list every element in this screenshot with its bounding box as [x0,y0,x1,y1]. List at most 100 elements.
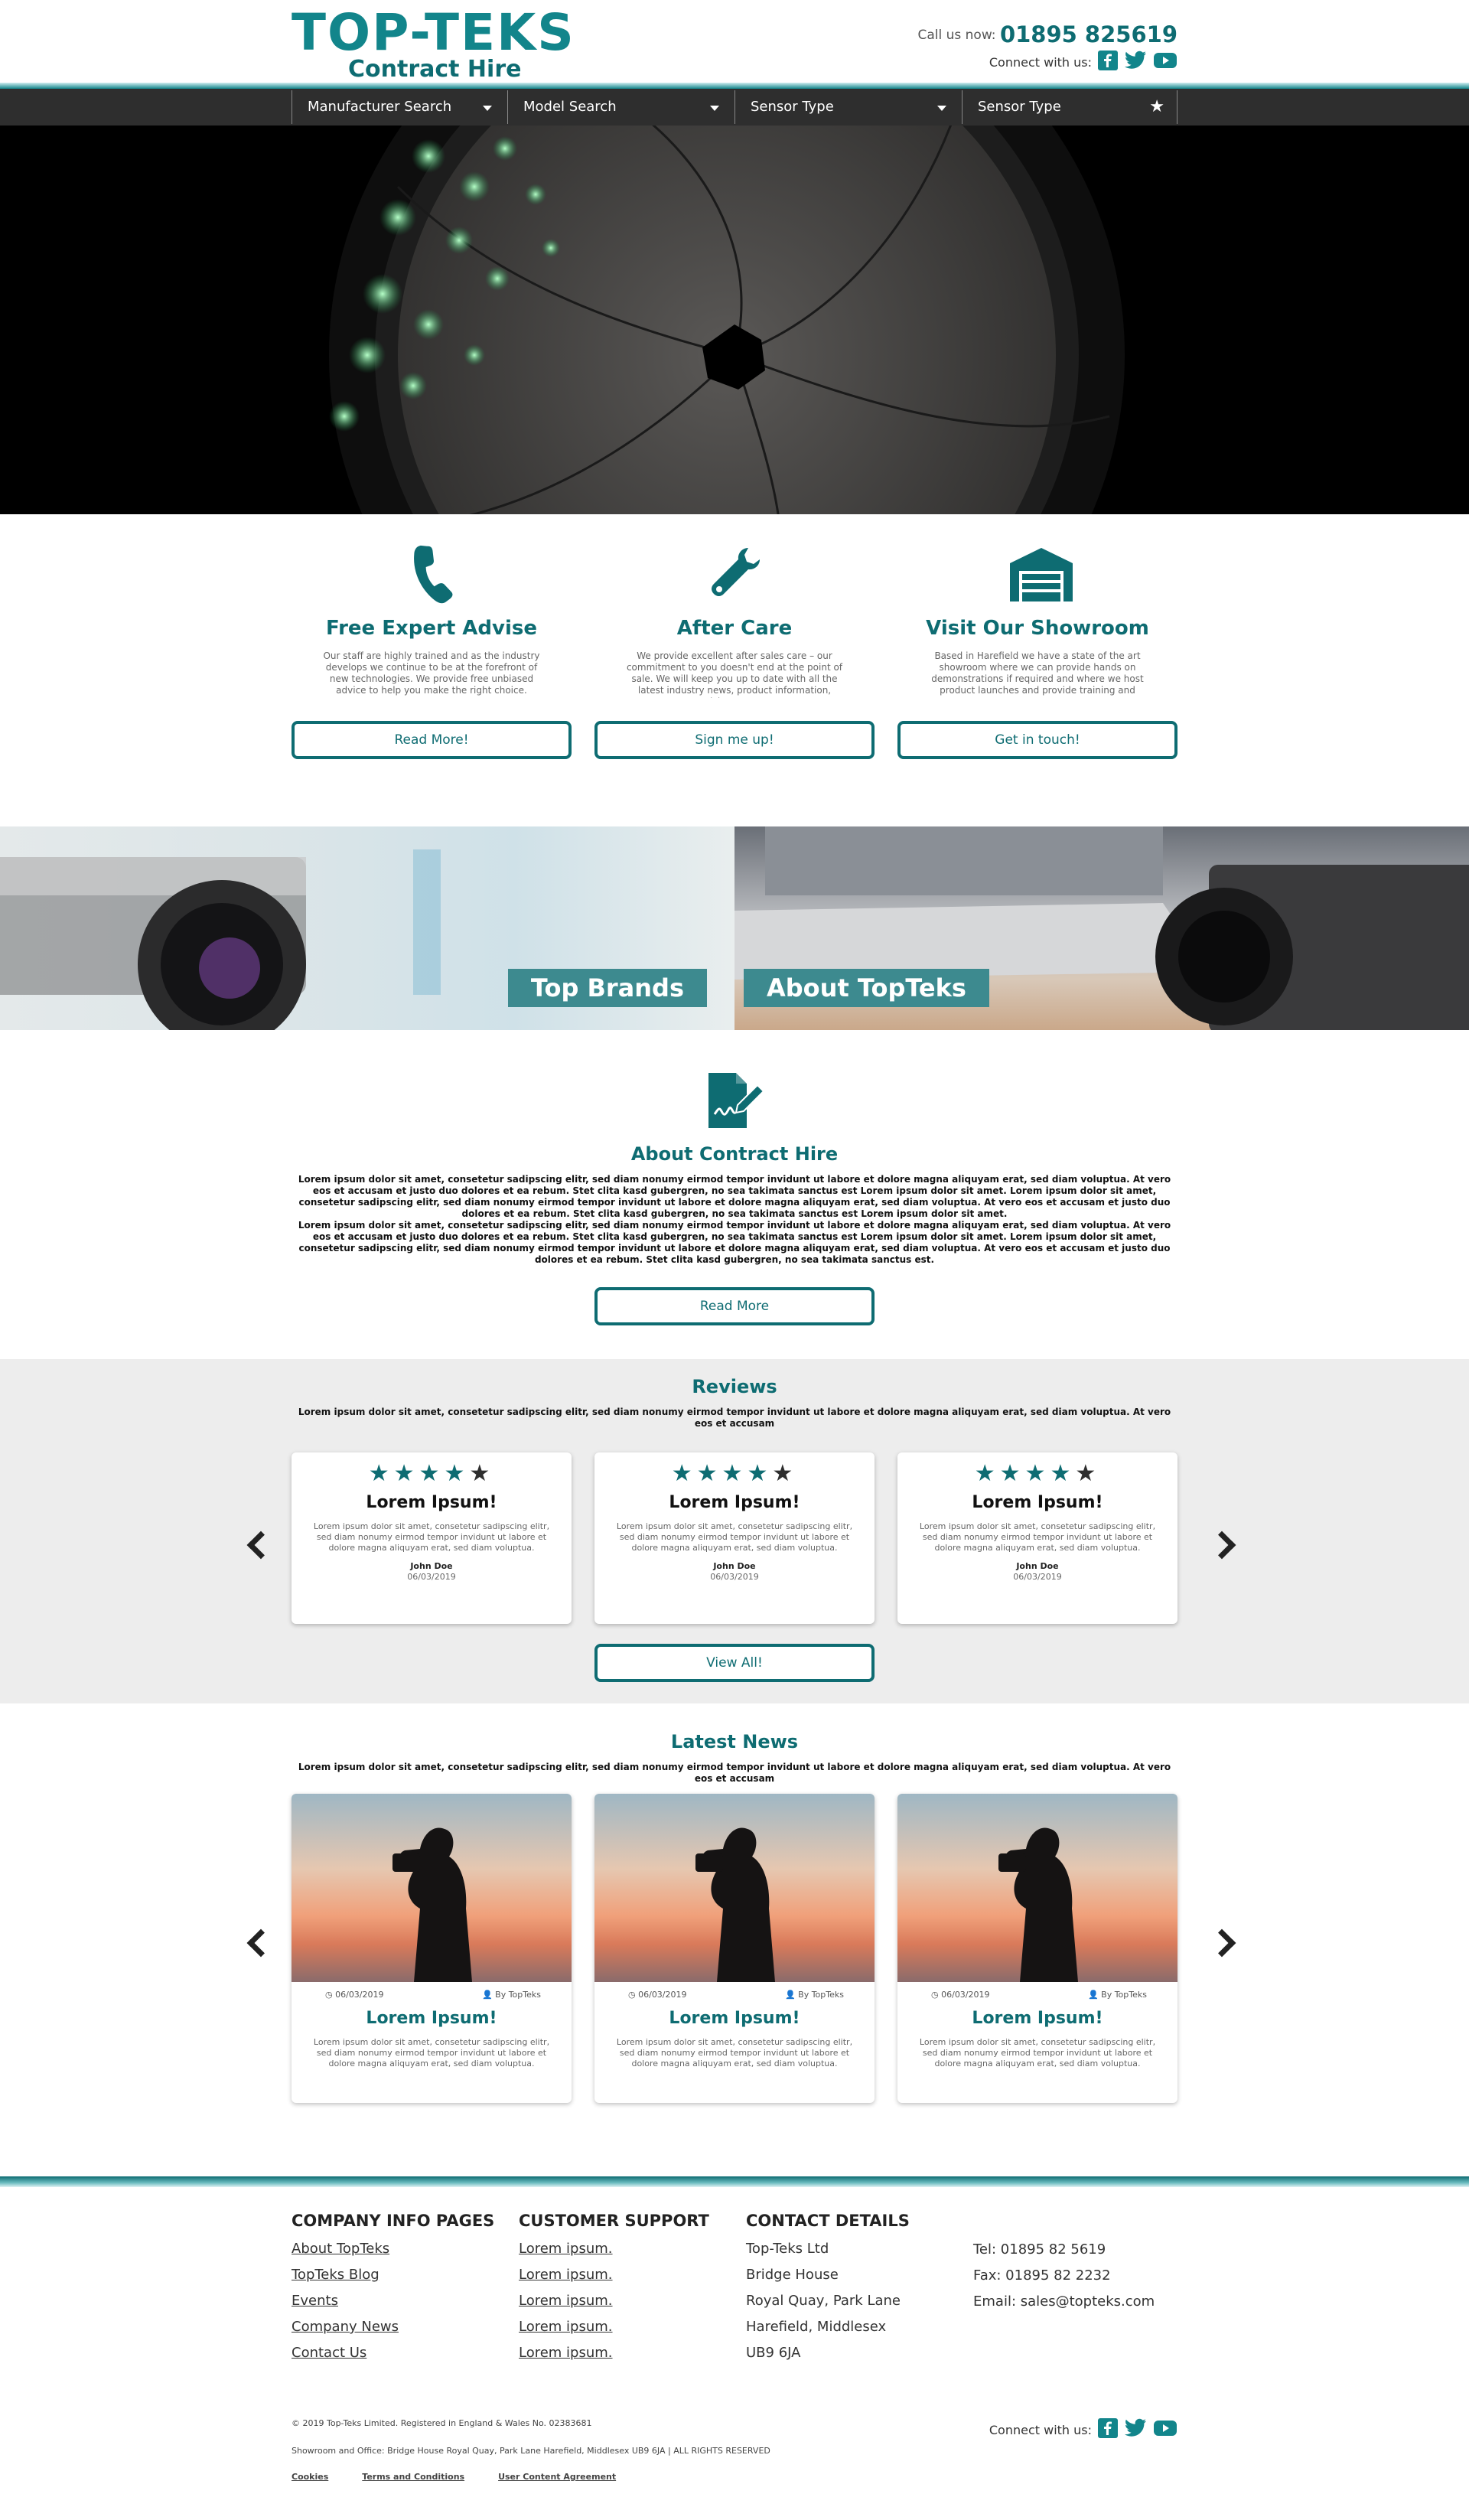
news-card[interactable]: ◷ 06/03/2019 👤 By TopTeks Lorem Ipsum! Lore… [292,1794,572,2103]
review-text: Lorem ipsum dolor sit amet, consetetur s… [616,1521,853,1553]
call-line: Call us now: 01895 825619 [917,21,1177,47]
star-icon: ★ [1024,1460,1050,1487]
about-topteks-label[interactable]: About TopTeks [744,969,989,1007]
nav-label: Sensor Type [978,99,1061,115]
model-search-dropdown[interactable]: Model Search [507,90,735,124]
sensor-type-favourites[interactable]: Sensor Type ★ [962,90,1177,124]
feature-title: Free Expert Advise [325,617,538,640]
footer-link-news[interactable]: Company News [292,2314,513,2340]
news-card[interactable]: ◷ 06/03/2019 👤 By TopTeks Lorem Ipsum! Lore… [594,1794,875,2103]
contact-line: UB9 6JA [746,2345,801,2361]
user-icon: 👤 [1087,1990,1102,2000]
star-icon: ★ [772,1460,798,1487]
review-card[interactable]: ★★★★★ Lorem Ipsum! Lorem ipsum dolor sit a… [292,1452,572,1624]
news-meta: ◷ 06/03/2019 👤 By TopTeks [292,1982,572,2000]
news-title: Latest News [670,1731,799,1752]
review-date: 06/03/2019 [710,1572,759,1582]
footer-support-link[interactable]: Lorem ipsum. [519,2288,741,2314]
twitter-icon[interactable] [1124,2418,1147,2441]
logo-subtitle: Contract Hire [348,56,522,83]
legal-links: Cookies Terms and Conditions User Conten… [292,2472,616,2482]
clock-icon: ◷ [931,1990,942,2000]
nav-label: Model Search [523,99,617,115]
news-author: By TopTeks [1101,1990,1147,2000]
photographer-silhouette-image [998,1827,1078,1982]
telephone[interactable]: Tel: 01895 82 5619 [973,2237,1178,2263]
cookies-link[interactable]: Cookies [292,2472,328,2482]
top-brands-label[interactable]: Top Brands [507,969,707,1007]
contact-line: Harefield, Middlesex [746,2319,887,2335]
user-content-link[interactable]: User Content Agreement [498,2472,616,2482]
youtube-icon[interactable] [1153,51,1177,73]
youtube-icon[interactable] [1153,2419,1177,2440]
twitter-icon[interactable] [1124,51,1147,73]
caret-down-icon [937,106,946,111]
review-title: Lorem Ipsum! [972,1493,1103,1512]
hero-banner [0,126,1469,514]
footer-support-link[interactable]: Lorem ipsum. [519,2236,741,2262]
review-card[interactable]: ★★★★★ Lorem Ipsum! Lorem ipsum dolor sit a… [594,1452,875,1624]
star-icon: ★ [696,1460,722,1487]
news-title[interactable]: Lorem Ipsum! [897,2009,1177,2028]
news-date-wrap: ◷ 06/03/2019 [931,1990,990,2000]
news-title[interactable]: Lorem Ipsum! [292,2009,572,2028]
review-text: Lorem ipsum dolor sit amet, consetetur s… [919,1521,1156,1553]
footer-customer-support: CUSTOMER SUPPORT Lorem ipsum. Lorem ipsu… [519,2212,741,2366]
news-meta: ◷ 06/03/2019 👤 By TopTeks [897,1982,1177,2000]
facebook-icon[interactable] [1098,2418,1118,2441]
footer-support-link[interactable]: Lorem ipsum. [519,2314,741,2340]
about-read-more-button[interactable]: Read More [594,1287,875,1325]
top-brands-banner[interactable]: Top Brands [0,826,734,1030]
sensor-type-dropdown[interactable]: Sensor Type [734,90,963,124]
news-intro: Lorem ipsum dolor sit amet, consetetur s… [298,1762,1171,1784]
read-more-button[interactable]: Read More! [292,721,572,759]
feature-showroom: Visit Our Showroom Based in Harefield we… [897,543,1177,759]
logo-wordmark[interactable]: TOP-TEKS [292,8,575,58]
connect-label: Connect with us: [989,54,1092,70]
review-author: John Doe [410,1561,453,1571]
footer-link-about[interactable]: About TopTeks [292,2236,513,2262]
reviews-title: Reviews [692,1376,777,1397]
footer-link-blog[interactable]: TopTeks Blog [292,2262,513,2288]
contract-icon [704,1071,765,1133]
facebook-icon[interactable] [1098,51,1118,73]
email[interactable]: Email: sales@topteks.com [973,2289,1178,2315]
terms-link[interactable]: Terms and Conditions [362,2472,464,2482]
sign-me-up-button[interactable]: Sign me up! [594,721,875,759]
star-icon: ★ [999,1460,1025,1487]
footer-heading: CUSTOMER SUPPORT [519,2212,709,2230]
news-date: 06/03/2019 [335,1990,384,2000]
star-icon: ★ [469,1460,495,1487]
user-icon: 👤 [481,1990,496,2000]
contact-line: Top-Teks Ltd [746,2241,829,2257]
clock-icon: ◷ [325,1990,336,2000]
review-title: Lorem Ipsum! [669,1493,800,1512]
star-icon: ★ [368,1460,394,1487]
news-date: 06/03/2019 [941,1990,990,2000]
contact-line: Bridge House [746,2267,839,2283]
news-card[interactable]: ◷ 06/03/2019 👤 By TopTeks Lorem Ipsum! Lore… [897,1794,1177,2103]
review-title: Lorem Ipsum! [366,1493,497,1512]
manufacturer-search-dropdown[interactable]: Manufacturer Search [292,90,508,124]
news-author-wrap: 👤 By TopTeks [482,1990,541,2000]
footer-contact-numbers: Tel: 01895 82 5619 Fax: 01895 82 2232 Em… [973,2237,1178,2315]
news-image [594,1794,875,1982]
review-card[interactable]: ★★★★★ Lorem Ipsum! Lorem ipsum dolor sit a… [897,1452,1177,1624]
get-in-touch-button[interactable]: Get in touch! [897,721,1177,759]
nav-label: Sensor Type [751,99,834,115]
about-title: About Contract Hire [630,1143,839,1165]
news-next-arrow[interactable] [1207,1928,1236,1958]
news-image [292,1794,572,1982]
news-title[interactable]: Lorem Ipsum! [594,2009,875,2028]
news-prev-arrow[interactable] [246,1928,275,1958]
phone-number[interactable]: 01895 825619 [1000,21,1177,47]
news-author: By TopTeks [798,1990,844,2000]
footer-support-link[interactable]: Lorem ipsum. [519,2340,741,2366]
view-all-reviews-button[interactable]: View All! [594,1644,875,1682]
footer-support-link[interactable]: Lorem ipsum. [519,2262,741,2288]
footer-link-contact[interactable]: Contact Us [292,2340,513,2366]
news-meta: ◷ 06/03/2019 👤 By TopTeks [594,1982,875,2000]
about-topteks-banner[interactable]: About TopTeks [734,826,1469,1030]
footer-heading: COMPANY INFO PAGES [292,2212,495,2230]
footer-link-events[interactable]: Events [292,2288,513,2314]
